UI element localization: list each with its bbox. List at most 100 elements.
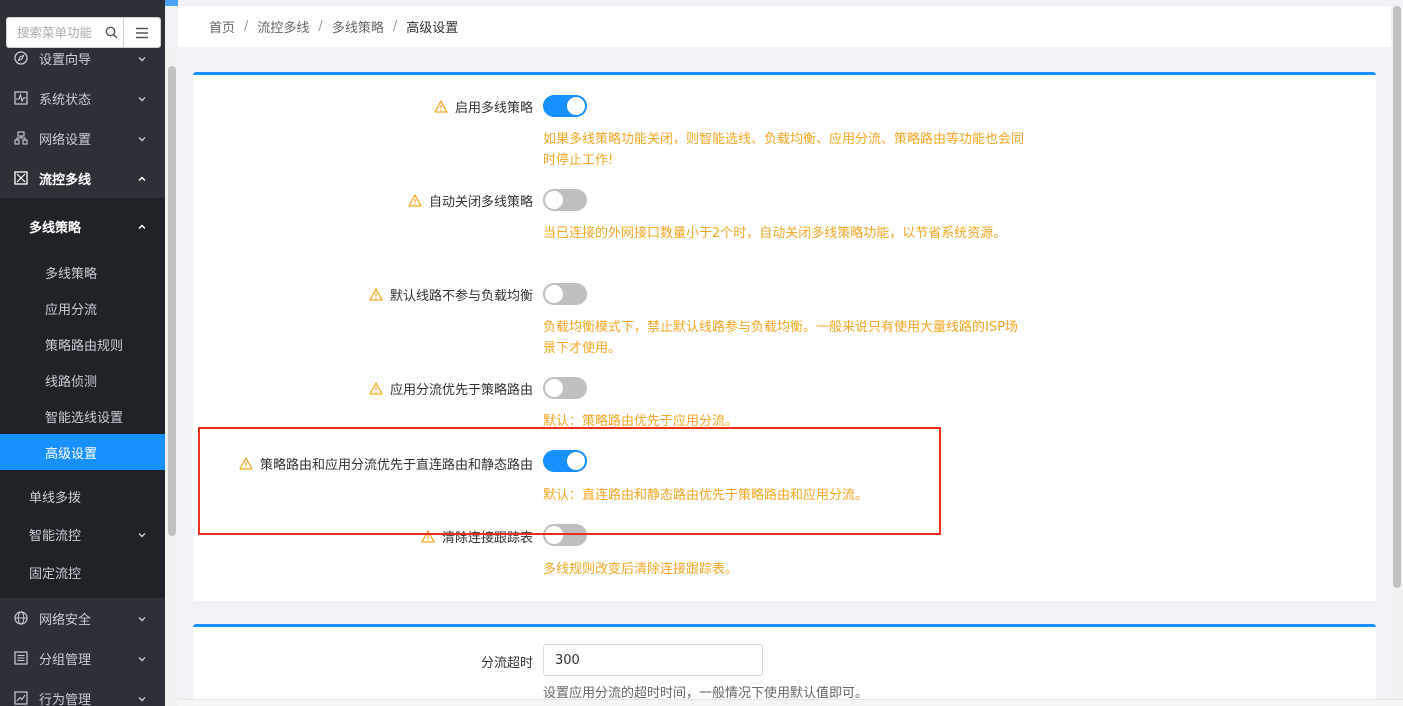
warning-icon [421,530,435,543]
breadcrumb-flow-control[interactable]: 流控多线 [257,17,309,36]
sidebar-item-network-security[interactable]: 网络安全 [0,598,165,638]
sidebar-subitem-smart-line-settings[interactable]: 智能选线设置 [0,398,165,434]
sidebar-scrollbar-thumb[interactable] [168,66,176,536]
toggle-enable-multiline-policy[interactable] [543,95,587,117]
toggle-default-line-exclude-balance[interactable] [543,283,587,305]
chevron-down-icon [137,613,147,628]
globe-icon [14,611,28,625]
settings-card: 启用多线策略 如果多线策略功能关闭，则智能选线、负载均衡、应用分流、策略路由等功… [193,72,1376,601]
breadcrumb-current: 高级设置 [406,21,459,36]
sidebar-item-label: 系统状态 [39,92,92,108]
sidebar-item-label: 设置向导 [39,52,92,68]
main-content: 首页 / 流控多线 / 多线策略 / 高级设置 启用多线策略 如果多线策略功能关… [178,0,1391,706]
sidebar-group-label: 固定流控 [29,566,82,582]
setting-hint: 默认：直连路由和静态路由优先于策略路由和应用分流。 [543,488,869,503]
setting-label: 应用分流优先于策略路由 [369,379,533,398]
bottom-strip [178,699,1403,706]
toggle-knob [545,191,563,209]
setting-hint: 多线规则改变后清除连接跟踪表。 [543,562,739,577]
menu-toggle-button[interactable] [122,18,160,47]
chevron-down-icon [137,529,147,544]
sidebar-subitem-app-split[interactable]: 应用分流 [0,290,165,326]
timeout-input[interactable] [543,644,763,676]
chevron-down-icon [137,53,147,68]
sidebar-group-label: 多线策略 [29,220,82,236]
warning-icon [434,100,448,113]
chart-icon [14,691,28,705]
breadcrumb-separator: / [318,19,323,34]
menu-search-input[interactable] [7,19,101,46]
chevron-up-icon [137,221,147,236]
setting-label: 清除连接跟踪表 [421,527,533,546]
breadcrumb: 首页 / 流控多线 / 多线策略 / 高级设置 [178,6,1391,47]
warning-icon [369,382,383,395]
toggle-knob [567,452,585,470]
list-icon [14,651,28,665]
sidebar-item-label: 流控多线 [39,172,92,188]
sidebar-scrollbar[interactable] [165,48,178,706]
setting-label-text: 应用分流优先于策略路由 [389,383,533,398]
timeout-card: 分流超时 设置应用分流的超时时间，一般情况下使用默认值即可。 [193,624,1376,706]
setting-label-text: 策略路由和应用分流优先于直连路由和静态路由 [259,458,533,473]
setting-hint: 负载均衡模式下，禁止默认线路参与负载均衡。一般来说只有使用大量线路的ISP场景下… [543,320,1018,356]
menu-search-box [6,17,161,48]
network-icon [14,131,28,145]
sidebar-subitem-multiline-policy[interactable]: 多线策略 [0,254,165,290]
sidebar-group-fixed-flow-control[interactable]: 固定流控 [0,553,165,591]
setting-label-text: 启用多线策略 [454,101,533,116]
sidebar-item-network-settings[interactable]: 网络设置 [0,118,165,158]
toggle-clear-conntrack[interactable] [543,524,587,546]
sidebar-item-flow-control-multiline[interactable]: 流控多线 [0,158,165,198]
breadcrumb-home[interactable]: 首页 [209,17,235,36]
sidebar: 设置向导 系统状态 网络设置 流控多线 多线策略 多线策略 应用分流 策略路由规… [0,0,165,706]
sidebar-subitem-line-detection[interactable]: 线路侦测 [0,362,165,398]
sidebar-item-label: 网络设置 [39,132,92,148]
main-scrollbar[interactable] [1391,6,1403,706]
breadcrumb-multiline-policy[interactable]: 多线策略 [332,17,384,36]
main-scrollbar-thumb[interactable] [1393,6,1401,588]
setting-hint: 如果多线策略功能关闭，则智能选线、负载均衡、应用分流、策略路由等功能也会同时停止… [543,132,1025,168]
search-icon[interactable] [101,19,123,46]
multiline-icon [14,171,28,185]
setting-label: 策略路由和应用分流优先于直连路由和静态路由 [239,454,533,473]
toggle-knob [545,526,563,544]
setting-hint: 当已连接的外网接口数量小于2个时，自动关闭多线策略功能，以节省系统资源。 [543,226,1007,241]
sidebar-item-group-management[interactable]: 分组管理 [0,638,165,678]
sidebar-subitem-label: 应用分流 [45,302,98,318]
sidebar-group-multiline-policy[interactable]: 多线策略 [0,207,165,245]
pulse-icon [14,91,28,105]
compass-icon [14,51,28,65]
setting-label: 默认线路不参与负载均衡 [369,285,533,304]
sidebar-subitem-label: 智能选线设置 [45,410,124,426]
warning-icon [239,457,253,470]
breadcrumb-separator: / [392,19,398,34]
toggle-auto-close-multiline-policy[interactable] [543,189,587,211]
sidebar-subitem-advanced-settings[interactable]: 高级设置 [0,434,165,470]
sidebar-subitem-label: 高级设置 [45,446,98,462]
sidebar-group-label: 智能流控 [29,528,82,544]
setting-hint: 默认：策略路由优先于应用分流。 [543,414,739,429]
setting-label-text: 清除连接跟踪表 [441,531,533,546]
toggle-knob [567,97,585,115]
sidebar-subitem-policy-route-rules[interactable]: 策略路由规则 [0,326,165,362]
sidebar-group-smart-flow-control[interactable]: 智能流控 [0,515,165,553]
chevron-down-icon [137,93,147,108]
sidebar-item-label: 分组管理 [39,652,92,668]
toggle-policy-route-over-direct-static[interactable] [543,450,587,472]
sidebar-item-system-status[interactable]: 系统状态 [0,78,165,118]
sidebar-item-behavior-management[interactable]: 行为管理 [0,678,165,706]
breadcrumb-separator: / [244,19,249,34]
toggle-knob [545,285,563,303]
setting-label-text: 自动关闭多线策略 [428,195,533,210]
chevron-down-icon [137,653,147,668]
setting-label: 启用多线策略 [434,97,533,116]
sidebar-item-label: 网络安全 [39,612,92,628]
sidebar-subitem-label: 多线策略 [45,266,98,282]
chevron-down-icon [137,693,147,706]
toggle-app-split-over-policy-route[interactable] [543,377,587,399]
sidebar-subitem-label: 策略路由规则 [45,338,124,354]
chevron-down-icon [137,133,147,148]
sidebar-group-single-line-multi-dial[interactable]: 单线多拨 [0,477,165,515]
setting-label: 自动关闭多线策略 [408,191,533,210]
setting-label-text: 默认线路不参与负载均衡 [389,289,533,304]
